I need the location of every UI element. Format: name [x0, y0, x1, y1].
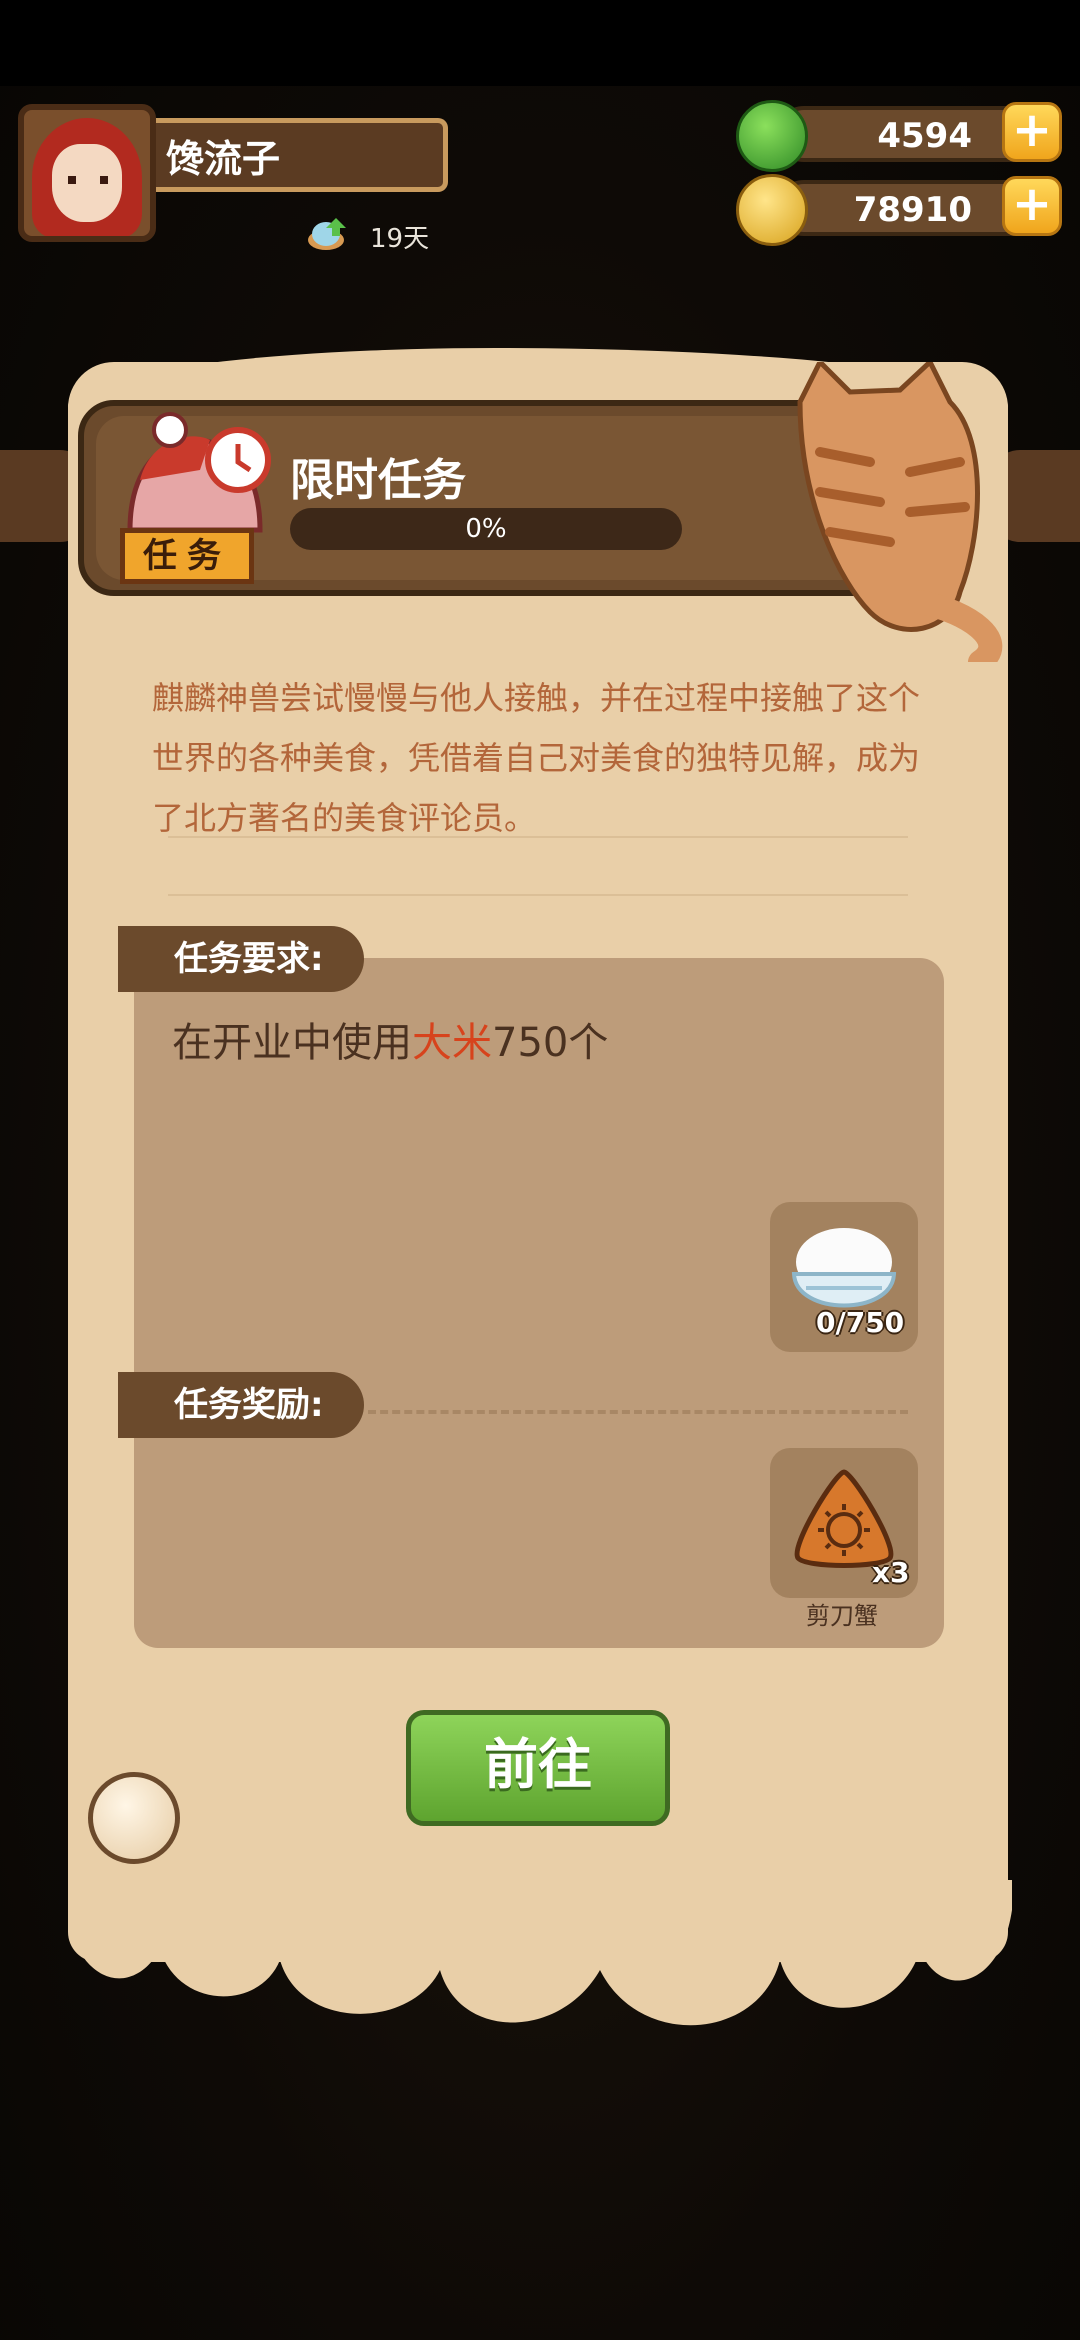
mission-tag: 任务	[120, 528, 254, 584]
progress-text: 0%	[465, 514, 507, 544]
days-icon	[308, 218, 346, 250]
player-name: 馋流子	[166, 137, 281, 181]
requirement-text: 在开业中使用大米750个	[172, 1010, 608, 1068]
coin-value: 78910	[853, 190, 972, 230]
divider	[168, 836, 908, 838]
requirement-item-name: 大米	[412, 1020, 492, 1066]
scroll-drips	[68, 1880, 1012, 2026]
sun-triangle-icon	[794, 1469, 894, 1568]
requirement-label: 任务要求:	[118, 926, 364, 992]
mission-progress-bar: 0%	[290, 508, 682, 550]
gem-value: 4594	[877, 116, 972, 156]
requirement-amount: 750个	[492, 1020, 609, 1066]
go-button[interactable]: 前往	[406, 1710, 670, 1826]
reward-label: 任务奖励:	[118, 1372, 364, 1438]
add-coins-button[interactable]: +	[1002, 176, 1062, 236]
mission-title: 限时任务	[290, 455, 466, 506]
scroll-ball-decoration	[88, 1772, 180, 1864]
reward-divider	[368, 1410, 908, 1414]
divider	[168, 894, 908, 896]
player-avatar[interactable]	[18, 104, 156, 242]
add-gems-button[interactable]: +	[1002, 102, 1062, 162]
requirement-prefix: 在开业中使用	[172, 1020, 412, 1066]
mission-description: 麒麟神兽尝试慢慢与他人接触，并在过程中接触了这个世界的各种美食，凭借着自己对美食…	[152, 679, 921, 837]
reward-item-slot[interactable]: x3	[770, 1448, 918, 1598]
requirement-item-count: 0/750	[816, 1306, 905, 1339]
coin-icon	[736, 174, 808, 246]
days-count: 19天	[370, 224, 430, 254]
tabby-cat-icon	[797, 362, 1003, 662]
reward-item-name: 剪刀蟹	[806, 1602, 878, 1630]
reward-item-count: x3	[872, 1556, 910, 1589]
requirement-item-slot[interactable]: 0/750	[770, 1202, 918, 1352]
green-apple-icon	[736, 100, 808, 172]
status-bar	[0, 0, 1080, 86]
